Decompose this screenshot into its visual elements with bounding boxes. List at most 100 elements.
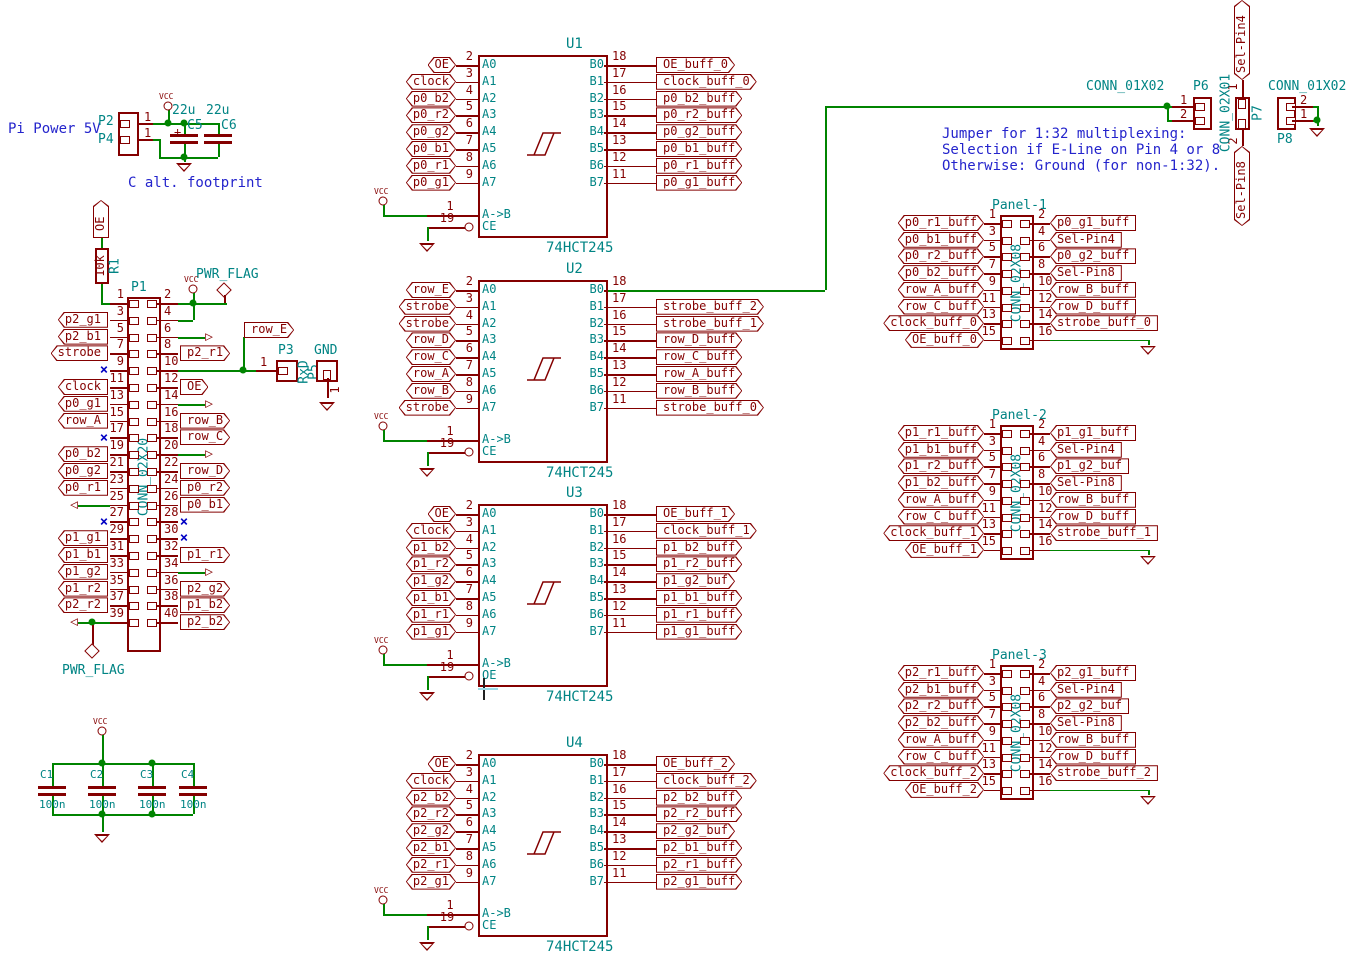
net-label[interactable]: p1_g2_buf <box>1050 458 1129 474</box>
wire[interactable] <box>1050 790 1148 792</box>
wire[interactable] <box>1050 340 1148 342</box>
wire[interactable] <box>1148 340 1150 345</box>
net-label[interactable]: row_A_buff <box>898 492 984 508</box>
net-label[interactable]: Sel-Pin4 <box>1050 442 1122 458</box>
net-label[interactable]: p0_r2_buff <box>898 248 984 264</box>
net-label[interactable]: p2_b2_buff <box>656 790 742 806</box>
wire[interactable] <box>427 676 429 690</box>
net-label[interactable]: row_A <box>406 366 456 382</box>
net-label[interactable]: row_A_buff <box>898 732 984 748</box>
wire[interactable] <box>1050 550 1148 552</box>
net-label[interactable]: p1_b2 <box>180 597 230 613</box>
net-label[interactable]: p2_r1_buff <box>656 857 742 873</box>
net-label[interactable]: row_D_buff <box>656 332 742 348</box>
net-label[interactable]: strobe <box>399 400 456 416</box>
pin-stub[interactable] <box>604 183 656 185</box>
net-label[interactable]: Sel-Pin4 <box>1050 682 1122 698</box>
net-label[interactable]: row_A <box>58 413 108 429</box>
net-label[interactable]: row_A_buff <box>898 282 984 298</box>
pin-stub[interactable] <box>604 408 656 410</box>
wire[interactable] <box>825 106 1172 108</box>
gnd-symbol[interactable] <box>419 243 435 252</box>
net-label[interactable]: p2_g2_buf <box>656 823 735 839</box>
wire[interactable] <box>427 227 429 241</box>
net-label[interactable]: p0_r2 <box>406 107 456 123</box>
net-label[interactable]: clock <box>406 523 456 539</box>
net-label[interactable]: clock_buff_0 <box>883 315 984 331</box>
net-label[interactable]: strobe_buff_0 <box>1050 315 1158 331</box>
net-label[interactable]: p1_b1_buff <box>898 442 984 458</box>
net-label[interactable]: p1_b1 <box>406 590 456 606</box>
net-label[interactable]: p2_r1_buff <box>898 665 984 681</box>
wire[interactable] <box>1167 106 1169 120</box>
pin-stub[interactable] <box>92 625 94 645</box>
net-label[interactable]: p1_r2_buff <box>898 458 984 474</box>
net-label[interactable]: strobe_buff_2 <box>1050 765 1158 781</box>
wire[interactable] <box>383 904 385 914</box>
net-label[interactable]: OE_buff_0 <box>905 332 984 348</box>
net-label[interactable]: Sel-Pin8 <box>1050 715 1122 731</box>
net-label[interactable]: clock_buff_0 <box>656 74 757 90</box>
net-label[interactable]: strobe_buff_1 <box>656 316 764 332</box>
pin-stub[interactable] <box>456 408 478 410</box>
net-label[interactable]: row_D <box>180 463 230 479</box>
pin-stub[interactable] <box>139 139 153 141</box>
net-label[interactable]: p0_b1_buff <box>656 141 742 157</box>
pin-stub[interactable] <box>427 452 466 454</box>
pin-stub[interactable] <box>1030 550 1050 552</box>
net-label[interactable]: OE_buff_2 <box>656 756 735 772</box>
wire[interactable] <box>218 123 220 134</box>
net-label[interactable]: p0_g2 <box>58 463 108 479</box>
wire[interactable] <box>383 215 427 217</box>
net-label[interactable]: p2_g2 <box>180 581 230 597</box>
net-label[interactable]: row_D <box>406 332 456 348</box>
pin-stub[interactable] <box>157 622 178 624</box>
wire[interactable] <box>52 763 193 765</box>
net-label[interactable]: clock_buff_1 <box>656 523 757 539</box>
net-label[interactable]: clock_buff_1 <box>883 525 984 541</box>
net-label[interactable]: row_E <box>244 322 294 338</box>
net-label[interactable]: row_B <box>180 413 230 429</box>
net-label[interactable]: Sel-Pin4 <box>1050 232 1122 248</box>
gnd-symbol[interactable] <box>94 834 110 843</box>
net-label[interactable]: row_C_buff <box>898 749 984 765</box>
wire[interactable] <box>178 572 205 574</box>
net-label[interactable]: p2_r1 <box>180 345 230 361</box>
pin-stub[interactable] <box>110 622 127 624</box>
wire[interactable] <box>383 914 427 916</box>
net-label[interactable]: p0_g1 <box>58 396 108 412</box>
gnd-symbol[interactable] <box>419 468 435 477</box>
net-label[interactable]: p0_g1_buff <box>656 175 742 191</box>
pin-stub[interactable] <box>427 227 466 229</box>
gnd-symbol[interactable] <box>1140 346 1156 355</box>
wire[interactable] <box>178 337 205 339</box>
net-label[interactable]: OE_buff_2 <box>905 782 984 798</box>
wire[interactable] <box>159 139 161 157</box>
net-label[interactable]: p1_r2_buff <box>656 556 742 572</box>
net-label[interactable]: p1_b2_buff <box>656 540 742 556</box>
pin-stub[interactable] <box>139 123 153 125</box>
wire[interactable] <box>383 654 385 664</box>
wire[interactable] <box>101 238 103 248</box>
net-label[interactable]: strobe_buff_1 <box>1050 525 1158 541</box>
net-label[interactable]: p2_g1 <box>406 874 456 890</box>
net-label[interactable]: p2_g2 <box>406 823 456 839</box>
wire[interactable] <box>383 440 427 442</box>
gnd-symbol[interactable] <box>419 942 435 951</box>
net-label[interactable]: clock_buff_2 <box>656 773 757 789</box>
net-label[interactable]: OE <box>428 506 456 522</box>
net-label[interactable]: OE <box>180 379 208 395</box>
wire[interactable] <box>243 337 245 370</box>
net-label[interactable]: OE <box>93 200 109 238</box>
wire[interactable] <box>178 320 193 322</box>
connector-body-P6[interactable] <box>1193 97 1212 130</box>
net-label[interactable]: p1_g2 <box>406 573 456 589</box>
wire[interactable] <box>159 157 218 159</box>
connector-body-P2-P4[interactable] <box>118 112 139 156</box>
wire[interactable] <box>427 926 429 940</box>
gnd-symbol[interactable] <box>419 692 435 701</box>
net-label[interactable]: p1_g1_buff <box>656 624 742 640</box>
net-label[interactable]: p0_r1 <box>58 480 108 496</box>
net-label[interactable]: p2_r2 <box>406 806 456 822</box>
net-label[interactable]: p1_b2_buff <box>898 475 984 491</box>
